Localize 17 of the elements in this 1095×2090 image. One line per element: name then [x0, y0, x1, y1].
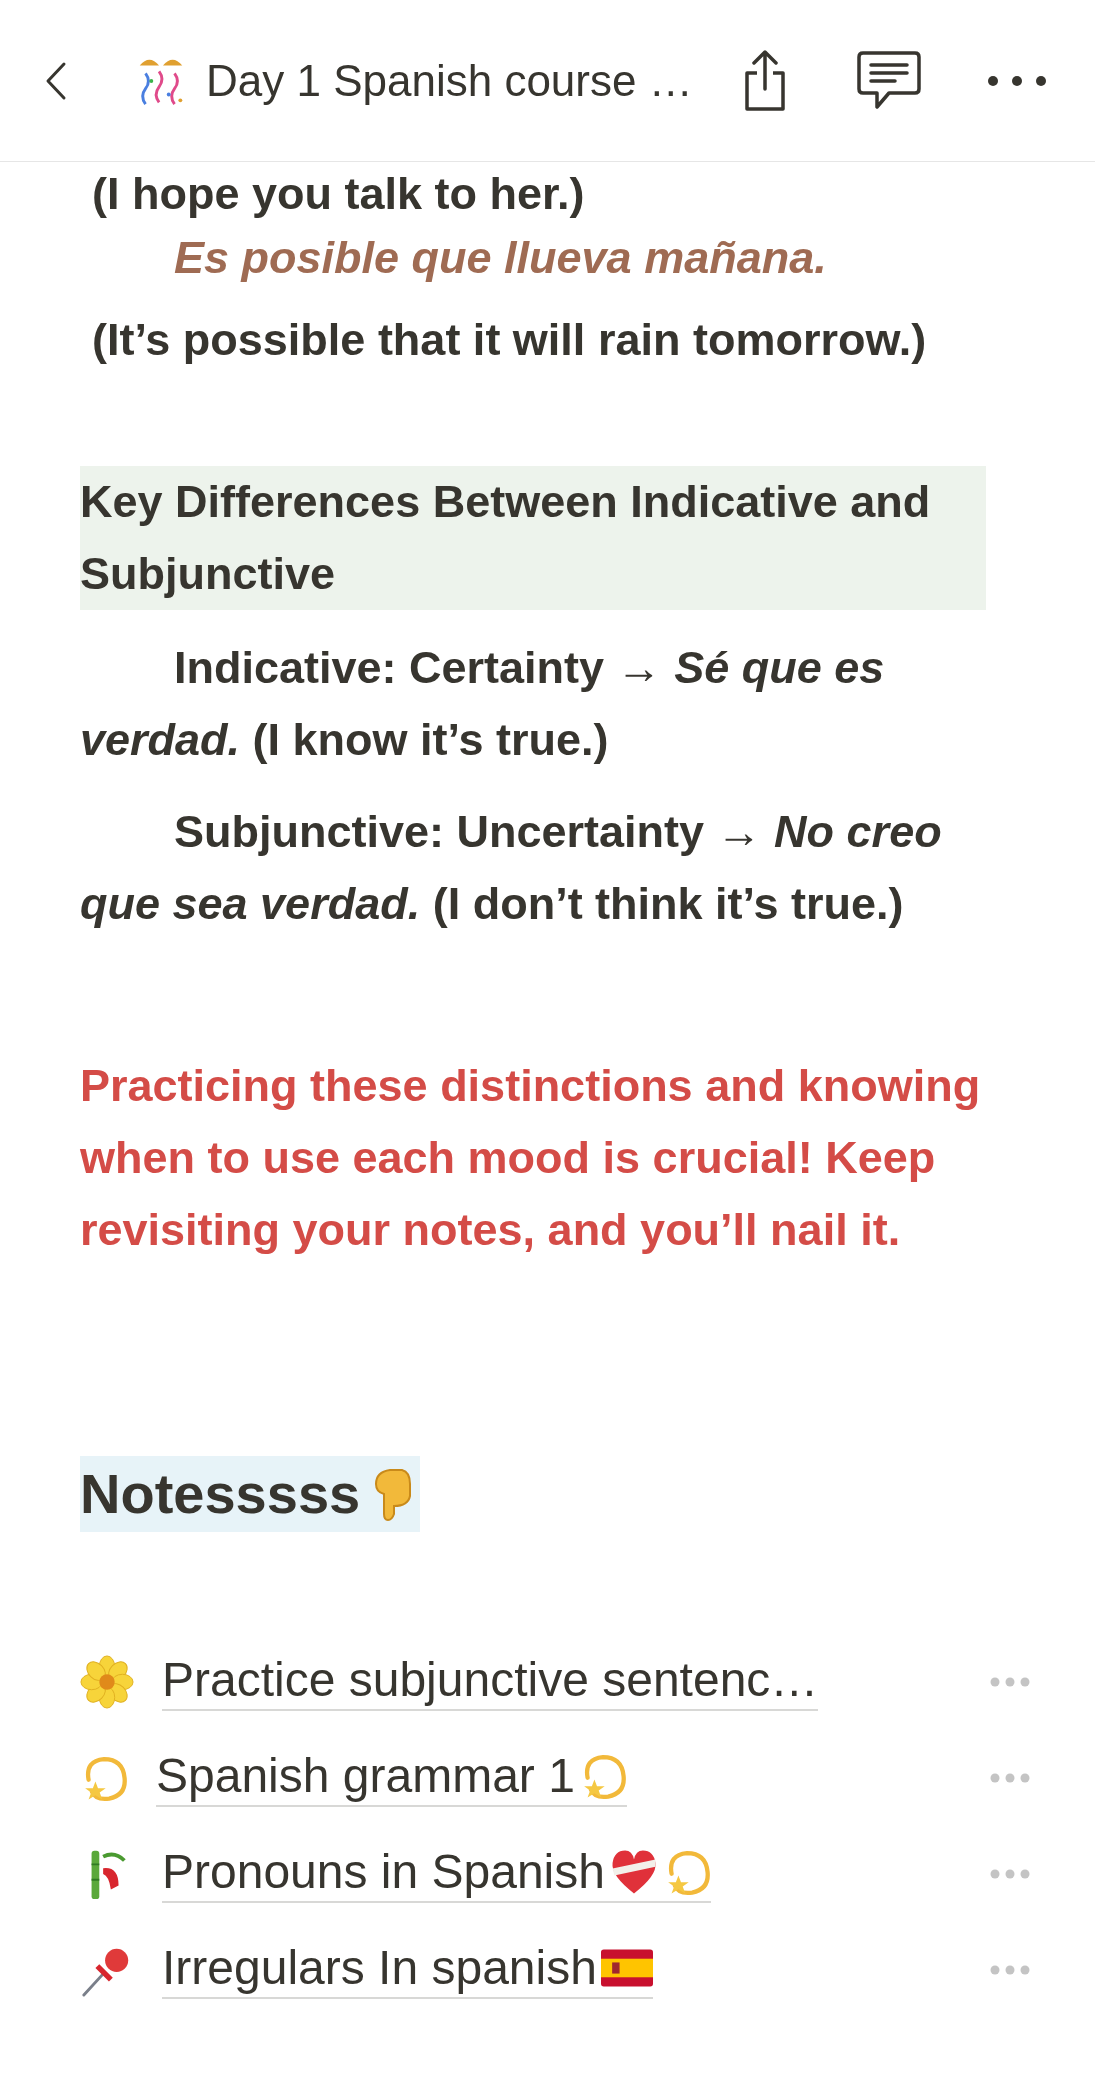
page-link[interactable]: Practice subjunctive sentenc… — [162, 1653, 819, 1711]
page-link[interactable]: Pronouns in Spanish — [162, 1845, 711, 1903]
page-link[interactable]: Irregulars In spanish — [162, 1941, 653, 1999]
spain-flag-icon — [600, 1949, 653, 1987]
text-line: (I hope you talk to her.) — [92, 168, 585, 219]
highlighted-heading: Key Differences Between Indicative and Subjunctive — [80, 466, 986, 610]
page-link[interactable]: Spanish grammar 1 — [156, 1749, 627, 1807]
back-icon[interactable] — [44, 60, 68, 101]
example-sentence: Es posible que llueva mañana. — [174, 232, 827, 283]
callout-paragraph: Practicing these distinctions and knowing when to use each mood is crucial! Keep revisiting your notes, and you’ll nail it. — [80, 1060, 981, 1255]
more-icon[interactable] — [986, 74, 1047, 87]
heading-text: Notesssss — [80, 1461, 361, 1527]
text-paragraph: Subjunctive: Uncertainty → No creo que sea verdad. (I don’t think it’s true.) — [80, 806, 942, 929]
page-title: Day 1 Spanish course … — [206, 54, 693, 107]
flower-icon — [80, 1655, 134, 1709]
text-line: (It’s possible that it will rain tomorrow.) — [92, 314, 927, 365]
text-paragraph: Indicative: Certainty → Sé que es verdad. (I know it’s true.) — [80, 642, 885, 765]
